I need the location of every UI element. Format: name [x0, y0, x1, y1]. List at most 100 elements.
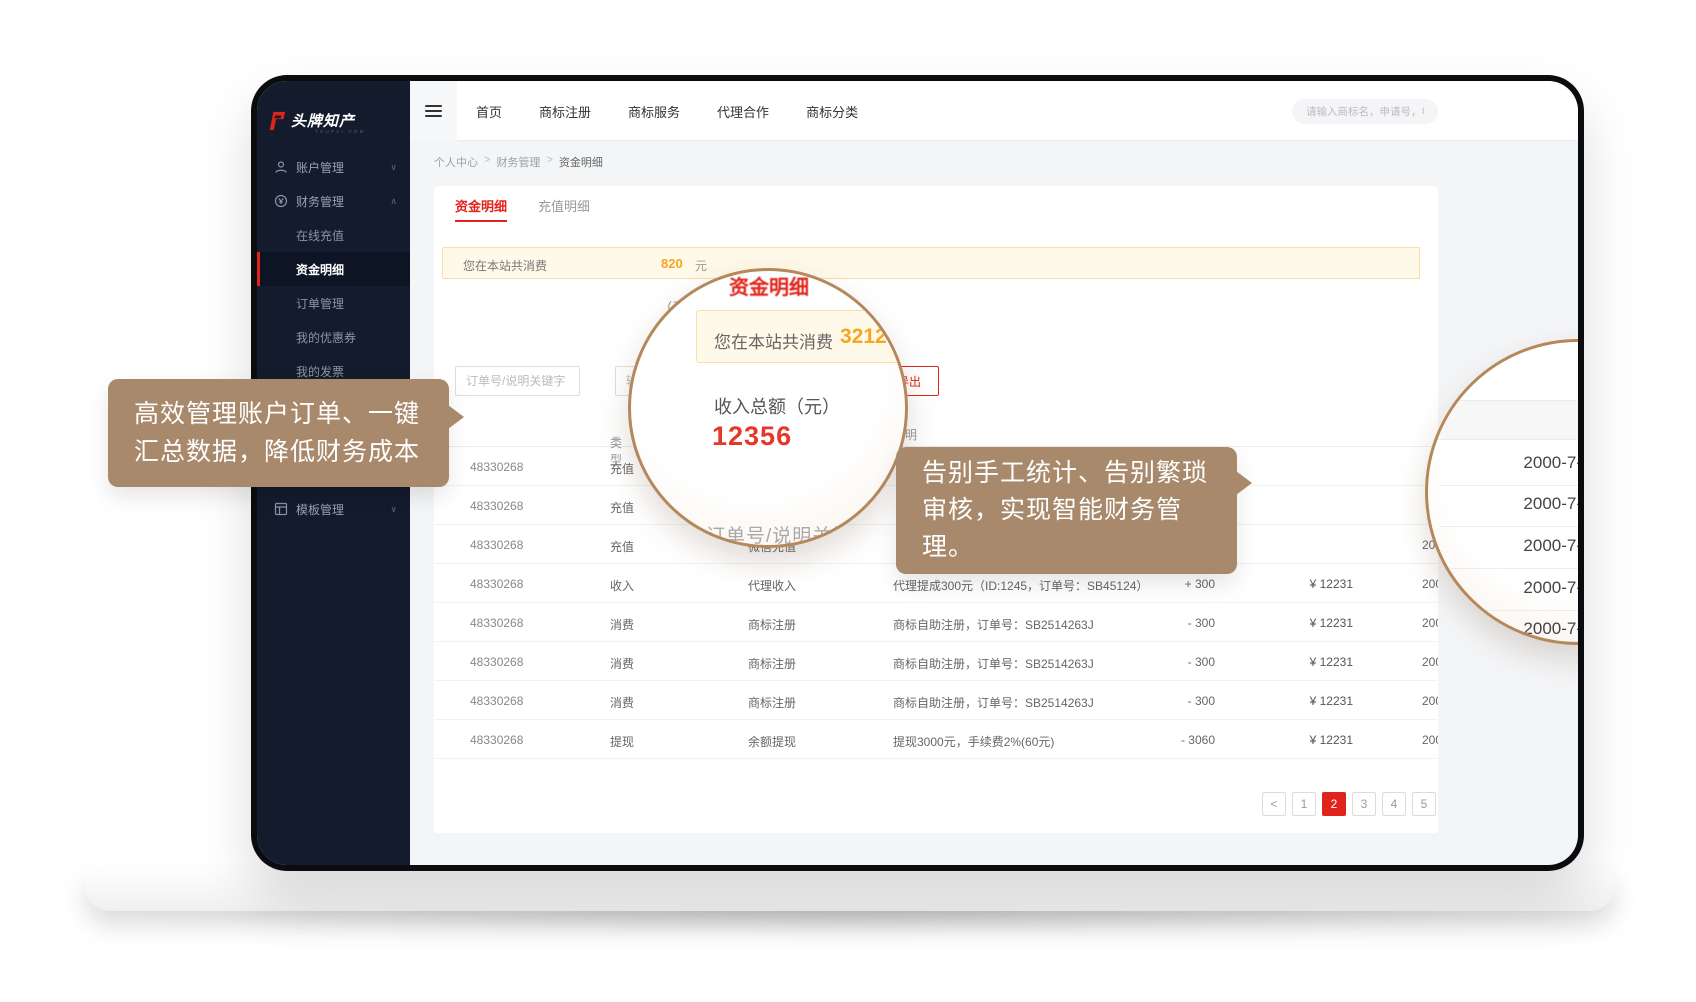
- logo-icon: [267, 110, 287, 137]
- topnav-item[interactable]: 商标分类: [806, 102, 858, 121]
- sidebar-item-5[interactable]: 我的优惠券: [257, 320, 410, 354]
- sidebar-item-0[interactable]: 账户管理 ∨: [257, 150, 410, 184]
- breadcrumb-item[interactable]: 个人中心: [434, 154, 478, 170]
- app-logo: 头牌知产 TOUPAI.COM: [267, 110, 355, 137]
- breadcrumb-separator: >: [546, 154, 552, 170]
- pagination-page-5[interactable]: 5: [1412, 792, 1436, 816]
- cell-type: 充值: [610, 460, 634, 477]
- hamburger-icon: [425, 102, 442, 120]
- banner-prefix: 您在本站共消费: [463, 257, 547, 274]
- row-divider: [1440, 610, 1578, 611]
- sidebar-item-1[interactable]: 财务管理∧: [257, 184, 410, 218]
- cell-type: 收入: [610, 577, 634, 594]
- cell-time: 2000-7-27 11:58:03: [1422, 694, 1438, 708]
- magnified-time-value: 2000-7-27 11:58:03: [1428, 619, 1578, 639]
- row-divider: [1440, 485, 1578, 486]
- sidebar-item-label: 我的优惠券: [296, 329, 356, 346]
- sidebar-item-label: 订单管理: [296, 295, 344, 312]
- laptop-base: [85, 871, 1615, 911]
- topbar: 首页 商标注册 商标服务 代理合作 商标分类: [410, 81, 1578, 141]
- cell-type: 充值: [610, 538, 634, 555]
- cell-order: 48330268: [470, 499, 523, 513]
- cell-order: 48330268: [470, 694, 523, 708]
- tooltip-right: 告别手工统计、告别繁琐 审核，实现智能财务管 理。: [896, 447, 1237, 574]
- chevron-down-icon: ∨: [390, 504, 397, 515]
- cell-balance: ¥ 12231: [1310, 616, 1353, 630]
- row-divider: [1440, 568, 1578, 569]
- pagination-page-1[interactable]: 1: [1292, 792, 1316, 816]
- cell-order: 48330268: [470, 538, 523, 552]
- pagination: <12345: [1262, 792, 1436, 816]
- magnified-banner: 您在本站共消费 32124: [696, 310, 908, 363]
- template-icon: [274, 502, 288, 516]
- income-total-value: 12356: [712, 421, 792, 452]
- topnav-item[interactable]: 商标注册: [539, 102, 591, 121]
- sidebar-item-4[interactable]: 订单管理: [257, 286, 410, 320]
- cell-type: 消费: [610, 616, 634, 633]
- cell-project: 代理收入: [748, 577, 796, 594]
- cell-type: 消费: [610, 694, 634, 711]
- tab-recharge-detail[interactable]: 充值明细: [538, 196, 590, 215]
- cell-balance: ¥ 12231: [1310, 694, 1353, 708]
- cell-amount: - 3060: [1181, 733, 1215, 747]
- tab-funds-detail[interactable]: 资金明细: [455, 196, 507, 215]
- pagination-page-2[interactable]: 2: [1322, 792, 1346, 816]
- tooltip-left: 高效管理账户订单、一键 汇总数据，降低财务成本: [108, 379, 449, 487]
- cell-amount: + 300: [1185, 577, 1215, 591]
- topnav-items: 首页 商标注册 商标服务 代理合作 商标分类: [476, 81, 858, 141]
- finance-icon: [274, 194, 288, 208]
- menu-toggle-button[interactable]: [410, 81, 457, 141]
- chevron-down-icon: ∨: [613, 434, 619, 443]
- cell-project: 商标注册: [748, 616, 796, 633]
- cell-desc: 商标自助注册，订单号：SB2514263J: [893, 694, 1094, 711]
- row-divider: [1440, 526, 1578, 527]
- sidebar-item-label: 账户管理: [296, 159, 344, 176]
- cell-order: 48330268: [470, 460, 523, 474]
- cell-balance: ¥ 12231: [1310, 577, 1353, 591]
- topnav-item[interactable]: 代理合作: [717, 102, 769, 121]
- topnav-item[interactable]: 商标服务: [628, 102, 680, 121]
- breadcrumb-item[interactable]: 财务管理: [496, 154, 540, 170]
- sidebar-item-3[interactable]: 资金明细: [257, 252, 410, 286]
- income-total-label: 收入总额（元）: [714, 393, 840, 419]
- magnifier-circle-left: 资金明细 您在本站共消费 32124 收入总额（元） 12356 订单号/说明关…: [628, 268, 908, 548]
- banner-unit: 元: [695, 257, 707, 274]
- page: 头牌知产 TOUPAI.COM 账户管理∨财务管理∧在线充值资金明细订单管理我的…: [0, 0, 1696, 1002]
- magnified-time-value: 2000-7-27 11:58:03: [1428, 578, 1578, 598]
- keyword-filter-input[interactable]: [455, 366, 580, 396]
- topnav-item[interactable]: 首页: [476, 102, 502, 121]
- logo-title: 头牌知产: [291, 113, 355, 130]
- cell-amount: - 300: [1188, 694, 1215, 708]
- cell-type: 提现: [610, 733, 634, 750]
- pagination-page-3[interactable]: 3: [1352, 792, 1376, 816]
- logo-subtitle: TOUPAI.COM: [315, 130, 366, 135]
- banner-amount: 820: [661, 256, 683, 271]
- table-header: 类型∨ 项目∨ 说明: [434, 418, 1438, 447]
- sidebar-item-2[interactable]: 在线充值: [257, 218, 410, 252]
- cell-order: 48330268: [470, 655, 523, 669]
- chevron-up-icon: ∧: [390, 196, 397, 207]
- pagination-page-4[interactable]: 4: [1382, 792, 1406, 816]
- sidebar-item-label: 资金明细: [296, 261, 344, 278]
- magnifier-circle-right: 时间 2000-7-27 11:58:032000-7-27 11:58:032…: [1425, 339, 1578, 645]
- cell-type: 消费: [610, 655, 634, 672]
- breadcrumb-item[interactable]: 资金明细: [559, 154, 603, 170]
- sidebar-item-7[interactable]: 模板管理 ∨: [257, 492, 410, 526]
- user-icon: [274, 160, 288, 174]
- table-row: 48330268 消费 商标注册 商标自助注册，订单号：SB2514263J - 300…: [434, 681, 1438, 720]
- chevron-down-icon: ∨: [390, 162, 397, 173]
- cell-project: 商标注册: [748, 694, 796, 711]
- cell-time: 2000-7-27 11:58:03: [1422, 733, 1438, 747]
- trademark-search-input[interactable]: [1292, 99, 1438, 124]
- cell-balance: ¥ 12231: [1310, 733, 1353, 747]
- sidebar-item-label: 模板管理: [296, 501, 344, 518]
- cell-amount: - 300: [1188, 616, 1215, 630]
- table-row: 48330268消费商标注册商标自助注册，订单号：SB2514263J- 300…: [434, 642, 1438, 681]
- cell-project: 商标注册: [748, 655, 796, 672]
- cell-balance: ¥ 12231: [1310, 655, 1353, 669]
- cell-order: 48330268: [470, 616, 523, 630]
- table-row: 48330268提现余额提现提现3000元，手续费2%(60元)- 3060¥ …: [434, 720, 1438, 759]
- consumption-banner: 您在本站共消费 820 元: [442, 247, 1420, 279]
- pagination-prev-button[interactable]: <: [1262, 792, 1286, 816]
- cell-order: 48330268: [470, 733, 523, 747]
